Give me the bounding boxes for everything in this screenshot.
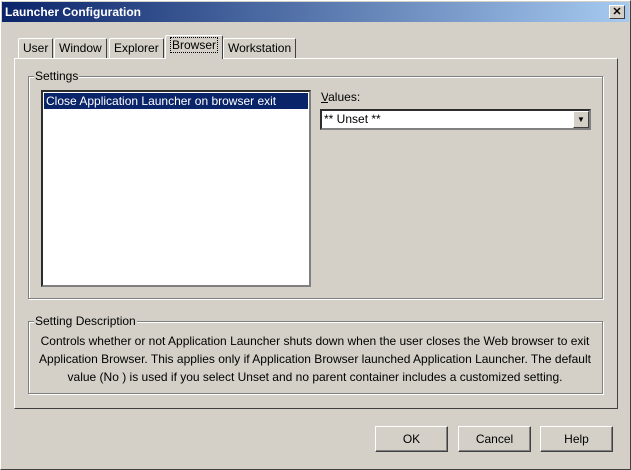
cancel-button[interactable]: Cancel xyxy=(458,426,531,452)
values-dropdown[interactable]: ** Unset ** ▼ xyxy=(320,109,591,130)
tab-user[interactable]: User xyxy=(18,38,54,58)
values-label: Values: xyxy=(321,90,361,104)
tab-browser[interactable]: Browser xyxy=(165,35,224,59)
tab-explorer[interactable]: Explorer xyxy=(109,38,164,58)
description-legend: Setting Description xyxy=(34,314,137,328)
tab-window[interactable]: Window xyxy=(54,38,107,58)
help-button[interactable]: Help xyxy=(540,426,613,452)
chevron-down-icon[interactable]: ▼ xyxy=(573,111,589,128)
ok-button[interactable]: OK xyxy=(375,426,448,452)
settings-list[interactable]: Close Application Launcher on browser ex… xyxy=(41,90,311,287)
window-title: Launcher Configuration xyxy=(5,5,141,19)
tab-browser-label: Browser xyxy=(170,37,219,53)
dialog-window: Launcher Configuration ✕ User Window Exp… xyxy=(0,0,631,470)
values-label-text: alues: xyxy=(328,90,361,104)
list-item[interactable]: Close Application Launcher on browser ex… xyxy=(44,93,308,109)
tab-workstation[interactable]: Workstation xyxy=(223,38,297,58)
description-text: Controls whether or not Application Laun… xyxy=(39,334,591,384)
title-bar: Launcher Configuration ✕ xyxy=(2,2,629,22)
values-selected: ** Unset ** xyxy=(324,112,381,126)
settings-legend: Settings xyxy=(34,69,80,83)
close-button[interactable]: ✕ xyxy=(609,5,625,19)
